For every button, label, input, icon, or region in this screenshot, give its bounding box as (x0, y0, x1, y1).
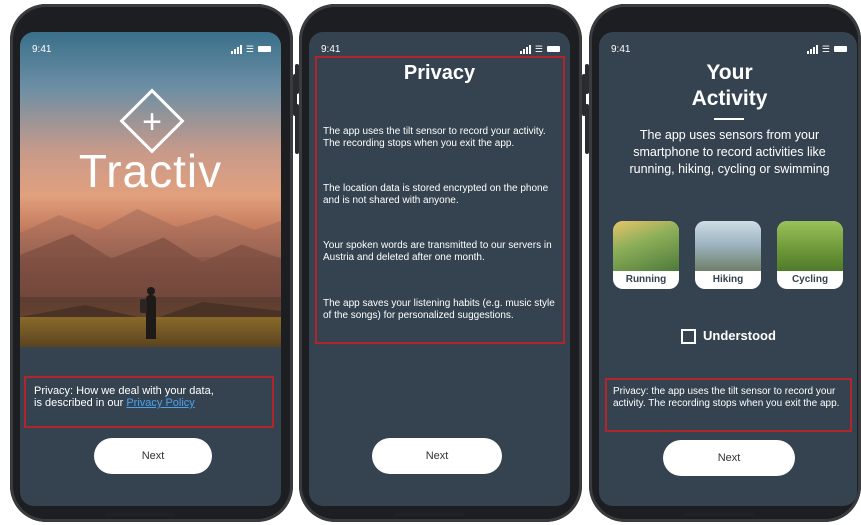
brand-name: Tractiv (78, 145, 223, 197)
status-bar: 9:41 ☰ (321, 42, 560, 56)
cycling-image (777, 221, 843, 271)
activity-label: Hiking (712, 274, 744, 285)
status-time: 9:41 (321, 43, 341, 55)
side-button (585, 64, 589, 94)
phone-onboarding-privacy: 9:41 ☰ Privacy The app uses the tilt sen… (295, 4, 586, 522)
activity-card-cycling[interactable]: Cycling (777, 221, 843, 289)
privacy-policy-link[interactable]: Privacy Policy (126, 397, 194, 409)
privacy-paragraph: The app saves your listening habits (e.g… (323, 298, 555, 321)
phone-onboarding-welcome: 9:41 ☰ + Tractiv Privacy: How we deal wi… (10, 4, 297, 522)
activity-label: Cycling (791, 274, 829, 285)
privacy-paragraph: The app uses the tilt sensor to record y… (323, 126, 546, 149)
next-button[interactable]: Next (663, 440, 795, 476)
signal-icon (230, 44, 242, 54)
page-title: Privacy (403, 62, 476, 84)
privacy-note: Privacy: How we deal with your data, is … (34, 385, 269, 409)
understood-checkbox[interactable] (681, 329, 696, 344)
phone-onboarding-activity: 9:41 ☰ Your Activity The app uses sensor… (585, 4, 861, 522)
privacy-note-line1: Privacy: How we deal with your data, (34, 385, 214, 397)
screen-privacy: 9:41 ☰ Privacy The app uses the tilt sen… (309, 32, 570, 506)
privacy-note-line2: is described in our (34, 397, 127, 409)
status-time: 9:41 (611, 43, 631, 55)
privacy-paragraph: The location data is stored encrypted on… (323, 183, 549, 206)
screen-activity: 9:41 ☰ Your Activity The app uses sensor… (599, 32, 857, 506)
understood-label: Understood (703, 328, 776, 343)
battery-icon (547, 46, 560, 52)
side-button (295, 64, 299, 94)
page-title-line1: Your (706, 61, 753, 84)
hiking-image (695, 221, 761, 271)
activity-card-running[interactable]: Running (613, 221, 679, 289)
privacy-paragraph: Your spoken words are transmitted to our… (323, 240, 552, 263)
title-divider (714, 118, 744, 120)
wifi-icon: ☰ (821, 43, 830, 54)
next-button[interactable]: Next (372, 438, 502, 474)
battery-icon (258, 46, 271, 52)
wifi-icon: ☰ (245, 43, 254, 54)
home-indicator (684, 513, 754, 516)
side-button (585, 104, 589, 154)
status-bar: 9:41 ☰ (611, 42, 847, 56)
page-title-line2: Activity (691, 87, 768, 110)
activity-card-hiking[interactable]: Hiking (695, 221, 761, 289)
home-indicator (105, 513, 175, 516)
signal-icon (519, 44, 531, 54)
battery-icon (834, 46, 847, 52)
home-indicator (394, 513, 464, 516)
logo-plus-icon: + (142, 103, 162, 141)
privacy-note: Privacy: the app uses the tilt sensor to… (613, 386, 840, 409)
next-button[interactable]: Next (94, 438, 212, 474)
wifi-icon: ☰ (534, 43, 543, 54)
activity-label: Running (625, 274, 667, 285)
hiker-figure (140, 287, 156, 339)
running-image (613, 221, 679, 271)
status-time: 9:41 (32, 43, 52, 55)
status-bar: 9:41 ☰ (32, 42, 271, 56)
activity-description: The app uses sensors from your smartphon… (629, 128, 830, 176)
page-title: Your Activity (599, 60, 857, 112)
side-button (295, 104, 299, 154)
screen-welcome: 9:41 ☰ + Tractiv Privacy: How we deal wi… (20, 32, 281, 506)
signal-icon (806, 44, 818, 54)
